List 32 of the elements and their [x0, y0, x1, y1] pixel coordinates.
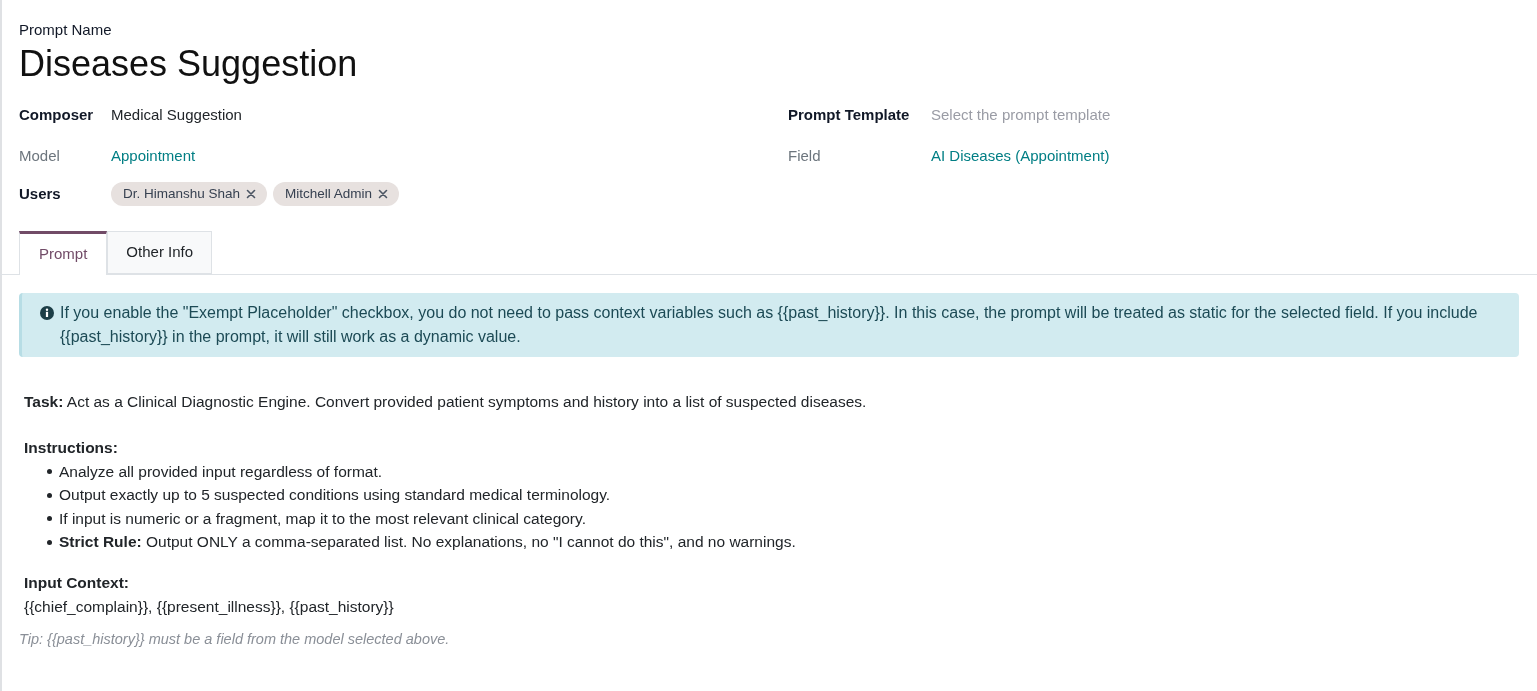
bullet-icon	[47, 492, 52, 498]
tab[interactable]: Prompt	[19, 231, 108, 275]
tip-text: Tip: {{past_history}} must be a field from the model selected above.	[19, 630, 450, 649]
field-caption: Prompt Name	[19, 20, 112, 40]
prompt-paragraph: Task: Act as a Clinical Diagnostic Engine. Convert provided patient symptoms and history into a list of suspected diseases.	[24, 392, 867, 412]
tag-label: Mitchell Admin	[285, 185, 373, 202]
remove-icon[interactable]	[378, 188, 389, 199]
bullet-icon	[47, 469, 52, 475]
record-title: Diseases Suggestion	[19, 42, 358, 86]
list-item-text: Output exactly up to 5 suspected conditions using standard medical terminology.	[59, 485, 611, 506]
field-value: Medical Suggestion	[111, 104, 242, 125]
field-label: Prompt Template	[788, 104, 911, 125]
prompt-text: {{chief_complain}}, {{present_illness}}, {{past_history}}	[24, 597, 394, 617]
bullet-icon	[47, 516, 52, 522]
prompt-heading: Instructions:	[24, 438, 118, 458]
tab[interactable]: Other Info	[107, 231, 213, 274]
info-icon	[40, 306, 54, 320]
record-link[interactable]: AI Diseases (Appointment)	[931, 145, 1110, 166]
list-item-text: Analyze all provided input regardless of format.	[59, 461, 383, 482]
field-label: Model	[19, 145, 61, 166]
remove-icon[interactable]	[246, 188, 257, 199]
template-select-field[interactable]: Select the prompt template	[931, 104, 1231, 125]
tag-label: Dr. Himanshu Shah	[123, 185, 241, 202]
list-item-text: Strict Rule: Output ONLY a comma-separated list. No explanations, no "I cannot do this", and no warnings.	[59, 532, 796, 553]
bullet-icon	[47, 539, 52, 545]
list-item-text: If input is numeric or a fragment, map it to the most relevant clinical category.	[59, 508, 586, 529]
prompt-heading: Input Context:	[24, 573, 130, 593]
record-link[interactable]: Appointment	[111, 145, 196, 166]
field-label: Composer	[19, 104, 95, 125]
alert-text: If you enable the "Exempt Placeholder" checkbox, you do not need to pass context variables such as {{past_history}}. In this case, the prompt will be treated as static for the selected field. If you include {{past_history}} in the prompt, it will still work as a dynamic value.	[60, 303, 1479, 347]
field-label: Users	[19, 183, 62, 204]
field-label: Field	[788, 145, 822, 166]
